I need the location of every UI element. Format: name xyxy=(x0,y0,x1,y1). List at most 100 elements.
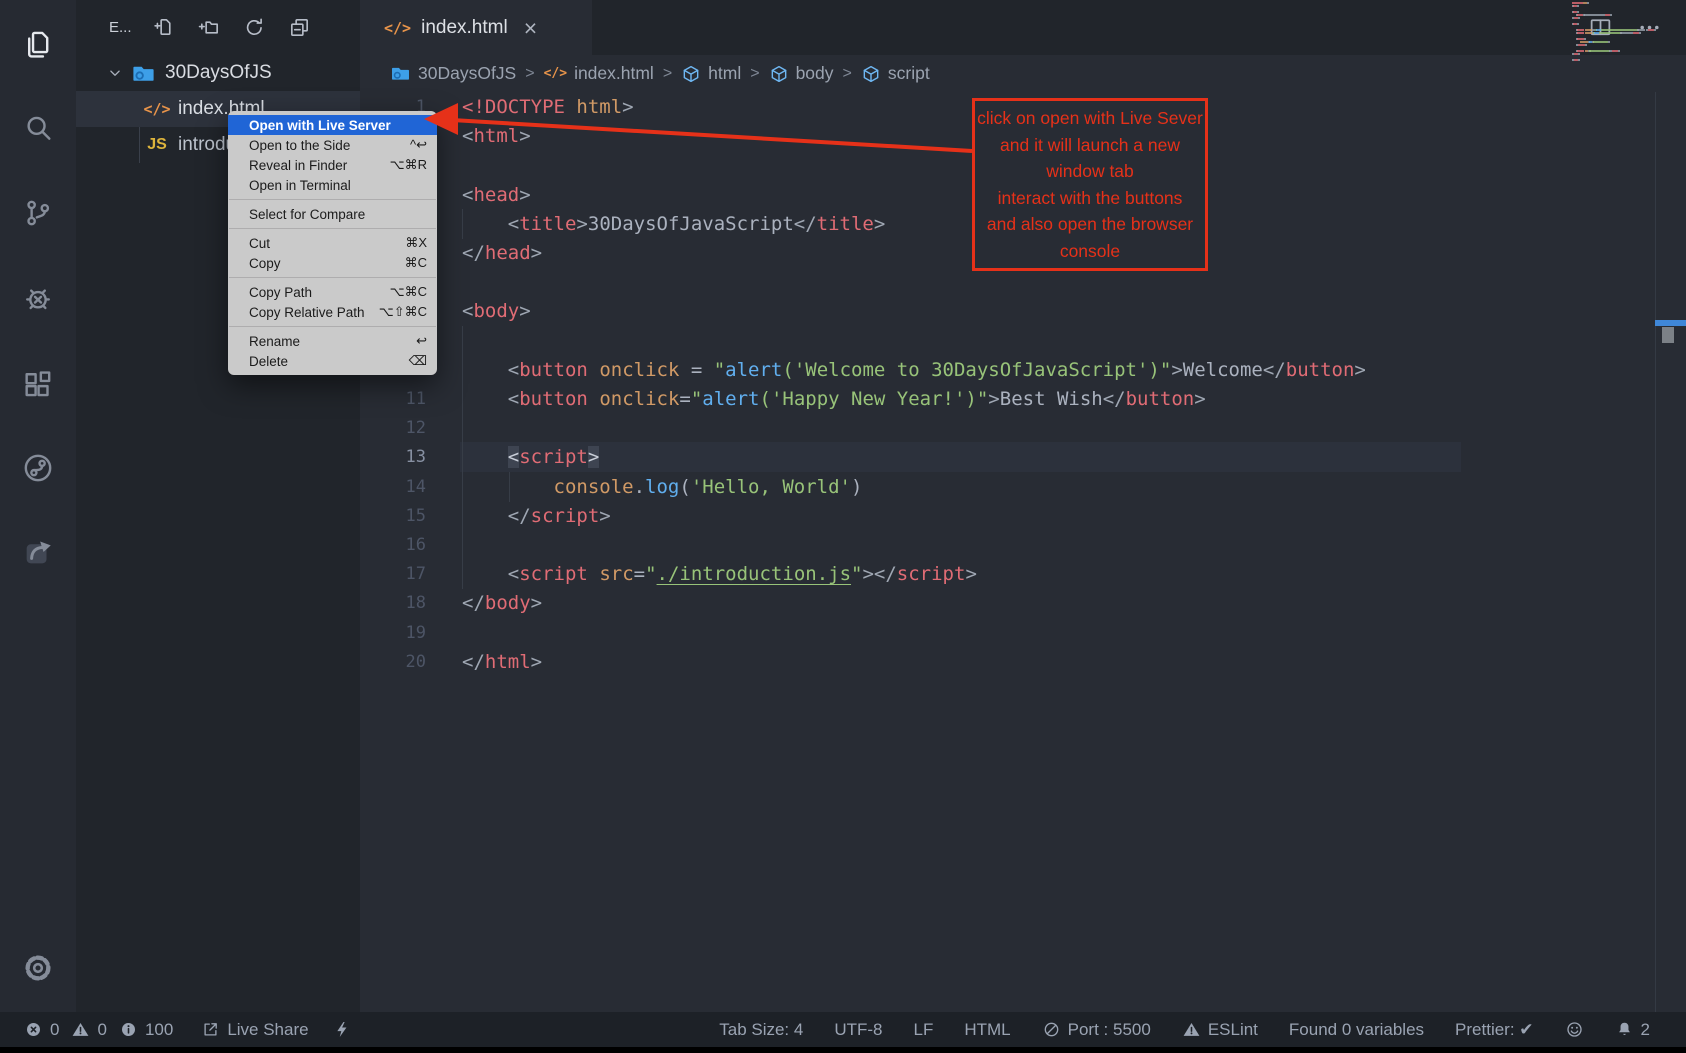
code-line[interactable]: 18 </body> xyxy=(360,588,1686,618)
code-line[interactable]: 14 console.log('Hello, World') xyxy=(360,472,1686,502)
status-label: 2 xyxy=(1641,1020,1650,1040)
line-number: 18 xyxy=(360,588,426,618)
breadcrumb-item-body[interactable]: body xyxy=(769,63,834,84)
share-icon[interactable] xyxy=(0,524,76,580)
menu-item-copy-path[interactable]: Copy Path⌥⌘C xyxy=(228,282,437,302)
code-text[interactable]: </script> xyxy=(462,501,611,531)
code-line[interactable]: 10 <button onclick = "alert('Welcome to … xyxy=(360,355,1686,385)
menu-item-copy-relative-path[interactable]: Copy Relative Path⌥⇧⌘C xyxy=(228,302,437,322)
minimap-line xyxy=(1638,29,1645,31)
status-problems-info[interactable]: 100 xyxy=(119,1020,173,1040)
chevron-down-icon[interactable] xyxy=(106,64,124,82)
code-text[interactable]: <button onclick = "alert('Welcome to 30D… xyxy=(462,355,1366,385)
annotation-text: and also open the browser xyxy=(975,211,1205,238)
breadcrumb-item-html[interactable]: html xyxy=(681,63,741,84)
status-notifications[interactable]: 2 xyxy=(1615,1020,1650,1040)
breadcrumb-item-30daysofjs[interactable]: 30DaysOfJS xyxy=(390,63,516,84)
explorer-icon[interactable] xyxy=(0,17,76,73)
status-bar: 00 100 Live Share Tab Size: 4 UTF-8 LF HTML Po… xyxy=(0,1012,1686,1047)
close-icon[interactable]: × xyxy=(524,18,537,38)
collapse-folders-icon[interactable] xyxy=(288,16,311,39)
code-text[interactable]: <button onclick="alert('Happy New Year!'… xyxy=(462,384,1206,414)
status-problems-errors[interactable]: 0 xyxy=(24,1020,59,1040)
status-label: Port : 5500 xyxy=(1068,1020,1151,1040)
run-debug-icon[interactable] xyxy=(0,270,76,326)
menu-item-copy[interactable]: Copy⌘C xyxy=(228,253,437,273)
line-number: 13 xyxy=(360,442,426,472)
code-line[interactable]: 9 xyxy=(360,326,1686,356)
code-text[interactable]: <!DOCTYPE html> xyxy=(462,92,634,122)
status-label: Tab Size: 4 xyxy=(719,1020,803,1040)
status-encoding[interactable]: UTF-8 xyxy=(834,1020,882,1040)
search-icon[interactable] xyxy=(0,100,76,156)
tab-index-html[interactable]: </> index.html × xyxy=(360,0,592,55)
breadcrumb-item-script[interactable]: script xyxy=(861,63,930,84)
status-quick-actions[interactable] xyxy=(333,1020,352,1039)
breadcrumb-item-index-html[interactable]: </>index.html xyxy=(544,63,654,84)
minimap[interactable] xyxy=(1570,0,1662,75)
code-line[interactable]: 8<body> xyxy=(360,296,1686,326)
code-text[interactable]: console.log('Hello, World') xyxy=(462,472,862,502)
new-file-icon[interactable] xyxy=(153,16,176,39)
code-text[interactable]: </body> xyxy=(462,588,542,618)
status-feedback[interactable] xyxy=(1565,1020,1584,1039)
code-text[interactable]: <title>30DaysOfJavaScript</title> xyxy=(462,209,885,239)
menu-item-select-for-compare[interactable]: Select for Compare xyxy=(228,204,437,224)
settings-icon[interactable] xyxy=(0,940,76,996)
code-line[interactable]: 16 xyxy=(360,530,1686,560)
minimap-line xyxy=(1585,44,1587,46)
warning-icon xyxy=(71,1020,90,1039)
menu-separator xyxy=(229,228,436,229)
code-text[interactable]: </head> xyxy=(462,238,542,268)
menu-item-delete[interactable]: Delete⌫ xyxy=(228,351,437,371)
tree-item-label: 30DaysOfJS xyxy=(165,62,272,84)
code-line[interactable]: 19 xyxy=(360,618,1686,648)
explorer-actions xyxy=(153,16,311,39)
status-found-variables[interactable]: Found 0 variables xyxy=(1289,1020,1424,1040)
status-language-mode[interactable]: HTML xyxy=(964,1020,1010,1040)
code-text[interactable]: <html> xyxy=(462,121,531,151)
breadcrumb-label: 30DaysOfJS xyxy=(418,63,516,84)
menu-item-open-to-the-side[interactable]: Open to the Side^↩ xyxy=(228,135,437,155)
code-line[interactable]: 7 xyxy=(360,267,1686,297)
menu-item-open-with-live-server[interactable]: Open with Live Server xyxy=(228,115,437,135)
code-text[interactable]: <script src="./introduction.js"></script… xyxy=(462,559,977,589)
code-text[interactable]: <script> xyxy=(462,442,599,472)
menu-item-cut[interactable]: Cut⌘X xyxy=(228,233,437,253)
explorer-title: E... xyxy=(109,19,145,36)
code-line[interactable]: 13 <script> xyxy=(360,442,1686,472)
refresh-explorer-icon[interactable] xyxy=(243,16,266,39)
status-tab-size[interactable]: Tab Size: 4 xyxy=(719,1020,803,1040)
symbol-cube-icon xyxy=(769,64,789,84)
status-live-server-port[interactable]: Port : 5500 xyxy=(1042,1020,1151,1040)
live-share-icon[interactable] xyxy=(0,440,76,496)
code-text[interactable]: </html> xyxy=(462,647,542,677)
extensions-icon[interactable] xyxy=(0,357,76,413)
status-eslint[interactable]: ESLint xyxy=(1182,1020,1258,1040)
menu-item-reveal-in-finder[interactable]: Reveal in Finder⌥⌘R xyxy=(228,155,437,175)
status-problems-warnings[interactable]: 0 xyxy=(71,1020,106,1040)
code-text[interactable]: <body> xyxy=(462,296,531,326)
minimap-line xyxy=(1610,14,1612,16)
html-file-icon: </> xyxy=(544,66,567,81)
menu-item-open-in-terminal[interactable]: Open in Terminal xyxy=(228,175,437,195)
code-line[interactable]: 15 </script> xyxy=(360,501,1686,531)
scrollbar-handle[interactable] xyxy=(1662,327,1674,343)
annotation-box: click on open with Live Severand it will… xyxy=(972,98,1208,271)
source-control-icon[interactable] xyxy=(0,185,76,241)
code-line[interactable]: 12 xyxy=(360,413,1686,443)
code-line[interactable]: 20</html> xyxy=(360,647,1686,677)
status-live-share[interactable]: Live Share xyxy=(201,1020,308,1040)
status-prettier[interactable]: Prettier: ✔ xyxy=(1455,1020,1533,1040)
menu-item-rename[interactable]: Rename↩ xyxy=(228,331,437,351)
minimap-line xyxy=(1577,5,1579,7)
overview-ruler[interactable] xyxy=(1655,92,1656,1012)
code-line[interactable]: 17 <script src="./introduction.js"></scr… xyxy=(360,559,1686,589)
code-text[interactable]: <head> xyxy=(462,180,531,210)
new-folder-icon[interactable] xyxy=(198,16,221,39)
tree-item-root-folder[interactable]: 30DaysOfJS xyxy=(76,55,360,91)
minimap-line xyxy=(1578,53,1580,55)
status-eol[interactable]: LF xyxy=(914,1020,934,1040)
code-line[interactable]: 11 <button onclick="alert('Happy New Yea… xyxy=(360,384,1686,414)
menu-item-label: Delete xyxy=(249,354,288,369)
